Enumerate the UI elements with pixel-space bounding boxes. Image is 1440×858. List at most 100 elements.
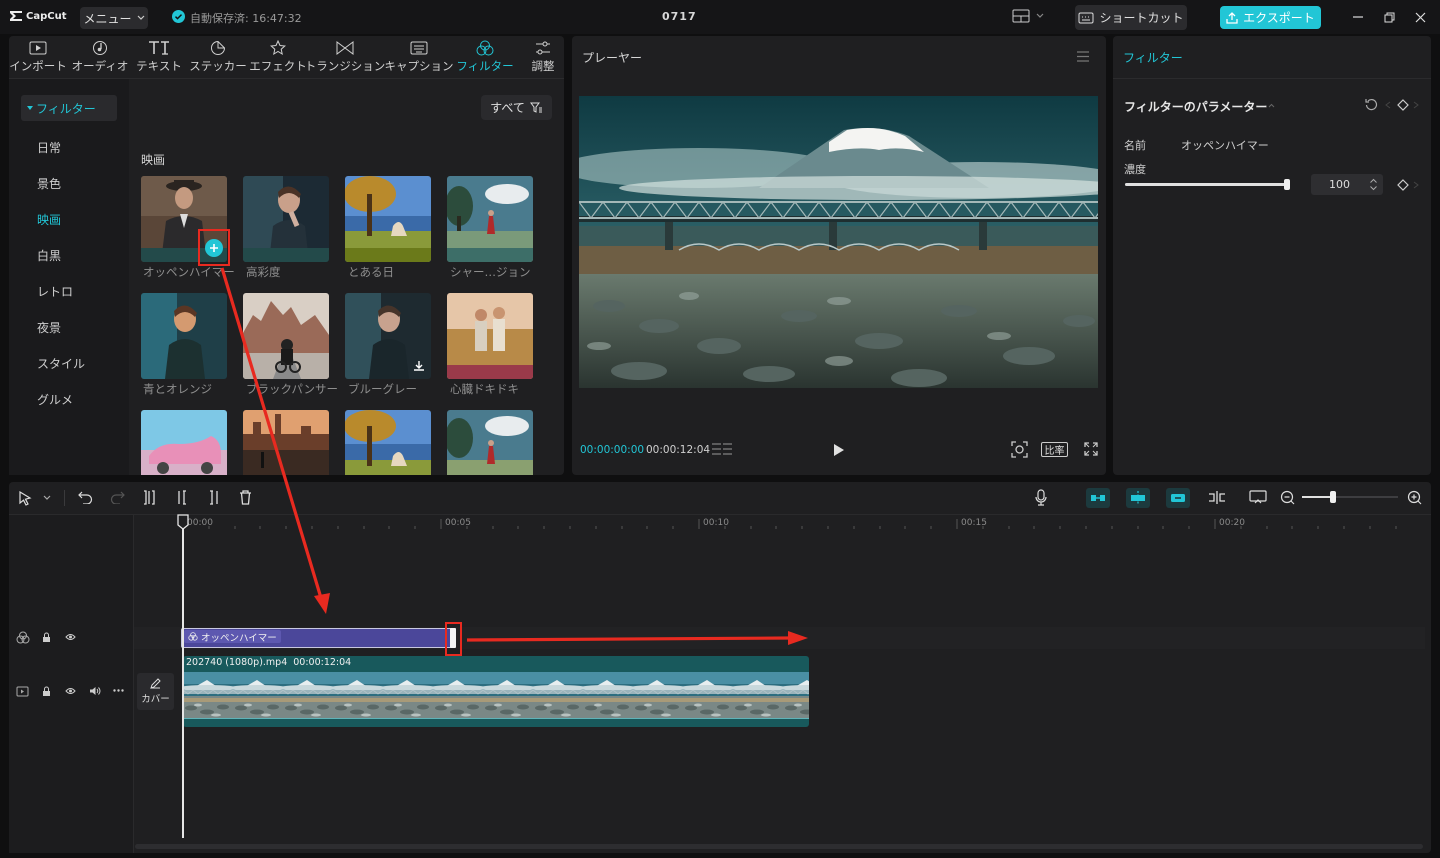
- filter-thumb-image: [447, 410, 533, 475]
- tab-caption[interactable]: キャプション: [385, 40, 454, 74]
- fullscreen-icon[interactable]: [1084, 442, 1098, 456]
- filter-thumb-heart-pounding[interactable]: [447, 293, 533, 379]
- tab-adjust[interactable]: 調整: [527, 40, 559, 74]
- filter-thumb-row3-1[interactable]: [141, 410, 227, 475]
- speaker-icon[interactable]: [89, 686, 101, 696]
- undo-icon[interactable]: [78, 491, 93, 504]
- delete-right-icon[interactable]: [207, 490, 221, 505]
- zoom-out-icon[interactable]: [1280, 490, 1295, 505]
- filter-all-sort-button[interactable]: すべて: [481, 95, 552, 120]
- playhead-handle[interactable]: [177, 514, 189, 530]
- filter-thumb-row3-2[interactable]: [243, 410, 329, 475]
- filter-thumb-sharjon[interactable]: [447, 176, 533, 262]
- keyframe-diamond-icon[interactable]: [1397, 99, 1409, 111]
- main-track-magnet-toggle[interactable]: [1086, 488, 1110, 508]
- filter-thumb-image: [345, 176, 431, 262]
- timeline-scrollbar[interactable]: [135, 844, 1423, 849]
- video-clip-name: 202740 (1080p).mp4: [186, 657, 288, 668]
- ruler-label: 00:00: [187, 518, 213, 528]
- timecode-format-icon[interactable]: [711, 442, 733, 456]
- tab-filter[interactable]: フィルター: [456, 40, 514, 74]
- filter-thumb-teal-orange[interactable]: [141, 293, 227, 379]
- intensity-slider[interactable]: [1125, 179, 1290, 190]
- zoom-in-icon[interactable]: [1407, 490, 1422, 505]
- trash-icon[interactable]: [239, 490, 252, 505]
- restore-icon[interactable]: [1384, 12, 1396, 23]
- sidebar-item-monochrome[interactable]: 白黒: [37, 247, 61, 264]
- filter-thumb-blue-gray[interactable]: [345, 293, 431, 379]
- keyframe-next-icon[interactable]: [1413, 181, 1419, 189]
- filter-thumb-row3-3[interactable]: [345, 410, 431, 475]
- stepper-icon[interactable]: [1369, 177, 1378, 192]
- microphone-icon[interactable]: [1035, 489, 1047, 506]
- adjust-icon: [536, 41, 550, 55]
- preview-axis-icon[interactable]: [1208, 490, 1226, 505]
- tab-audio[interactable]: オーディオ: [70, 40, 130, 74]
- close-icon[interactable]: [1415, 12, 1426, 23]
- inspector-title[interactable]: フィルター: [1123, 49, 1183, 66]
- filter-track-icon: [16, 631, 30, 644]
- play-icon[interactable]: [833, 443, 845, 457]
- logo-text: CapCut: [26, 10, 67, 22]
- cover-button[interactable]: カバー: [137, 673, 174, 710]
- chevron-down-icon: [137, 15, 144, 20]
- download-icon[interactable]: [413, 360, 425, 372]
- snapshot-icon[interactable]: [1011, 441, 1028, 458]
- tab-text[interactable]: テキスト: [135, 40, 183, 74]
- annotation-highlight-box: [198, 229, 230, 266]
- lock-icon[interactable]: [42, 632, 51, 643]
- zoom-slider[interactable]: [1302, 491, 1398, 503]
- more-icon[interactable]: [113, 689, 124, 692]
- sidebar-item-movie[interactable]: 映画: [37, 211, 61, 228]
- tab-label: ステッカー: [189, 59, 247, 73]
- autosave-status: 自動保存済: 16:47:32: [190, 12, 302, 25]
- sidebar-header-filter[interactable]: フィルター: [21, 95, 117, 121]
- sidebar-item-style[interactable]: スタイル: [37, 355, 85, 372]
- layout-button[interactable]: [1012, 9, 1044, 23]
- zoom-slider-handle[interactable]: [1329, 491, 1336, 503]
- linkage-toggle[interactable]: [1166, 488, 1190, 508]
- chevron-down-icon[interactable]: [43, 495, 51, 501]
- chevron-up-icon[interactable]: [1268, 103, 1275, 108]
- keyframe-diamond-icon[interactable]: [1397, 179, 1409, 191]
- auto-snap-toggle[interactable]: [1126, 488, 1150, 508]
- filter-clip[interactable]: オッペンハイマー: [181, 628, 455, 648]
- delete-left-icon[interactable]: [175, 490, 189, 505]
- tab-sticker[interactable]: ステッカー: [188, 40, 248, 74]
- sidebar-item-gourmet[interactable]: グルメ: [37, 391, 73, 408]
- filter-thumb-row3-4[interactable]: [447, 410, 533, 475]
- keyframe-prev-icon[interactable]: [1385, 101, 1391, 109]
- player-menu-icon[interactable]: [1076, 51, 1090, 62]
- intensity-slider-handle[interactable]: [1284, 179, 1290, 190]
- tab-import[interactable]: インポート: [9, 40, 67, 74]
- annotation-handle-box: [445, 622, 462, 656]
- video-preview[interactable]: [579, 96, 1098, 388]
- tab-effect[interactable]: エフェクト: [249, 40, 307, 74]
- filter-thumb-black-panther[interactable]: [243, 293, 329, 379]
- name-label: 名前: [1124, 139, 1146, 152]
- sidebar-item-night[interactable]: 夜景: [37, 319, 61, 336]
- select-cursor-icon[interactable]: [19, 491, 32, 506]
- replace-clip-icon[interactable]: [1249, 490, 1267, 505]
- export-icon: [1226, 11, 1238, 24]
- filter-thumb-high-saturation[interactable]: [243, 176, 329, 262]
- tab-transition[interactable]: トランジション: [305, 40, 385, 74]
- shortcut-button[interactable]: ショートカット: [1075, 5, 1187, 30]
- minimize-icon[interactable]: [1352, 12, 1364, 22]
- export-button[interactable]: エクスポート: [1220, 6, 1321, 29]
- eye-icon[interactable]: [65, 687, 76, 695]
- sidebar-item-retro[interactable]: レトロ: [37, 283, 73, 300]
- inspector-divider: [1113, 78, 1431, 79]
- menu-button[interactable]: メニュー: [80, 7, 148, 29]
- redo-icon[interactable]: [110, 491, 125, 504]
- video-clip[interactable]: 202740 (1080p).mp4 00:00:12:04: [183, 656, 809, 727]
- aspect-ratio-button[interactable]: 比率: [1041, 442, 1068, 457]
- sidebar-item-daily[interactable]: 日常: [37, 139, 61, 156]
- reset-icon[interactable]: [1365, 98, 1378, 111]
- eye-icon[interactable]: [65, 633, 76, 641]
- filter-thumb-one-day[interactable]: [345, 176, 431, 262]
- lock-icon[interactable]: [42, 686, 51, 697]
- keyframe-next-icon[interactable]: [1413, 101, 1419, 109]
- split-icon[interactable]: [142, 490, 156, 505]
- sidebar-item-scenery[interactable]: 景色: [37, 175, 61, 192]
